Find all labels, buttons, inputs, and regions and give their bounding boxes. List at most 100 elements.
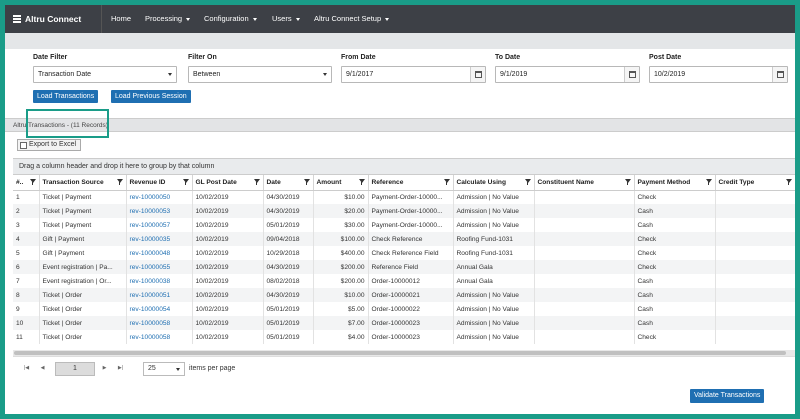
table-cell: Order-10000012	[368, 274, 454, 288]
table-cell	[534, 232, 635, 246]
revenue-id-link[interactable]: rev-10000058	[126, 316, 193, 330]
table-cell: $5.00	[313, 302, 369, 316]
filter-icon[interactable]	[116, 179, 123, 185]
table-cell	[715, 232, 795, 246]
column-header[interactable]: Transaction Source	[39, 175, 127, 191]
revenue-id-link[interactable]: rev-10000050	[126, 190, 193, 204]
column-header[interactable]: #..	[13, 175, 40, 191]
revenue-id-link[interactable]: rev-10000057	[126, 218, 193, 232]
column-header[interactable]: Reference	[368, 175, 454, 191]
filter-on-value: Between	[193, 71, 221, 78]
app-window: Altru Connect Home Processing Configurat…	[5, 5, 795, 414]
pager: |◀ ◀ 1 ▶ ▶| 25 items per page	[13, 356, 795, 380]
filter-icon[interactable]	[182, 179, 189, 185]
column-header-label: Date	[266, 178, 281, 186]
column-header[interactable]: Calculate Using	[453, 175, 535, 191]
revenue-id-link[interactable]: rev-10000053	[126, 204, 193, 218]
table-row[interactable]: 6 Event registration | Pa... rev-10000055 1…	[13, 260, 795, 274]
column-header[interactable]: Date	[263, 175, 314, 191]
group-drop-area[interactable]: Drag a column header and drop it here to…	[13, 159, 795, 175]
from-date-input[interactable]: 9/1/2017	[341, 66, 486, 83]
nav-altru-connect-setup[interactable]: Altru Connect Setup	[314, 5, 390, 33]
last-page-icon[interactable]: ▶|	[115, 363, 126, 374]
filter-icon[interactable]	[524, 179, 531, 185]
excel-icon	[20, 141, 27, 149]
filter-icon[interactable]	[705, 179, 712, 185]
table-row[interactable]: 5 Gift | Payment rev-10000048 10/02/2019 10/…	[13, 246, 795, 260]
table-cell: 11	[13, 330, 40, 344]
table-row[interactable]: 3 Ticket | Payment rev-10000057 10/02/2019 0…	[13, 218, 795, 232]
table-cell: 7	[13, 274, 40, 288]
column-header[interactable]: Constituent Name	[534, 175, 635, 191]
filter-icon[interactable]	[358, 179, 365, 185]
page-size-select[interactable]: 25	[143, 362, 185, 376]
revenue-id-link[interactable]: rev-10000051	[126, 288, 193, 302]
calendar-icon[interactable]	[772, 67, 787, 82]
table-row[interactable]: 10 Ticket | Order rev-10000058 10/02/2019 05…	[13, 316, 795, 330]
revenue-id-link[interactable]: rev-10000048	[126, 246, 193, 260]
load-transactions-button[interactable]: Load Transactions	[33, 90, 99, 103]
table-cell: Check	[634, 190, 716, 204]
column-header[interactable]: Credit Type	[715, 175, 795, 191]
nav-home[interactable]: Home	[111, 5, 131, 33]
revenue-id-link[interactable]: rev-10000038	[126, 274, 193, 288]
table-row[interactable]: 8 Ticket | Order rev-10000051 10/02/2019 04/…	[13, 288, 795, 302]
current-page[interactable]: 1	[55, 362, 95, 376]
table-cell: 08/02/2018	[263, 274, 314, 288]
column-header[interactable]: Amount	[313, 175, 369, 191]
post-date-input[interactable]: 10/2/2019	[649, 66, 788, 83]
filter-on-select[interactable]: Between	[188, 66, 332, 83]
nav-configuration[interactable]: Configuration	[204, 5, 257, 33]
revenue-id-link[interactable]: rev-10000055	[126, 260, 193, 274]
revenue-id-link[interactable]: rev-10000054	[126, 302, 193, 316]
table-row[interactable]: 1 Ticket | Payment rev-10000050 10/02/2019 0…	[13, 190, 795, 204]
filter-icon[interactable]	[785, 179, 792, 185]
next-page-icon[interactable]: ▶	[99, 363, 110, 374]
revenue-id-link[interactable]: rev-10000035	[126, 232, 193, 246]
table-cell: Admission | No Value	[453, 288, 535, 302]
load-previous-session-button[interactable]: Load Previous Session	[111, 90, 191, 103]
first-page-icon[interactable]: |◀	[21, 363, 32, 374]
table-cell	[715, 288, 795, 302]
filter-icon[interactable]	[443, 179, 450, 185]
chevron-down-icon	[385, 17, 390, 21]
table-cell: 09/04/2018	[263, 232, 314, 246]
to-date-label: To Date	[495, 54, 521, 61]
menu-icon[interactable]	[13, 14, 21, 25]
nav-users[interactable]: Users	[272, 5, 300, 33]
app-brand[interactable]: Altru Connect	[13, 5, 81, 33]
prev-page-icon[interactable]: ◀	[37, 363, 48, 374]
table-row[interactable]: 9 Ticket | Order rev-10000054 10/02/2019 05/…	[13, 302, 795, 316]
filter-icon[interactable]	[303, 179, 310, 185]
nav-processing[interactable]: Processing	[145, 5, 191, 33]
to-date-input[interactable]: 9/1/2019	[495, 66, 640, 83]
table-cell: $100.00	[313, 232, 369, 246]
chevron-down-icon	[252, 17, 257, 21]
table-cell: 10/02/2019	[192, 218, 264, 232]
records-header: Altru Transactions - (11 Records)	[5, 118, 795, 132]
table-cell	[715, 260, 795, 274]
table-row[interactable]: 7 Event registration | Or... rev-10000038 1…	[13, 274, 795, 288]
table-cell: 10/02/2019	[192, 288, 264, 302]
table-row[interactable]: 2 Ticket | Payment rev-10000053 10/02/2019 0…	[13, 204, 795, 218]
revenue-id-link[interactable]: rev-10000058	[126, 330, 193, 344]
column-header[interactable]: GL Post Date	[192, 175, 264, 191]
table-cell	[534, 246, 635, 260]
column-header[interactable]: Revenue ID	[126, 175, 193, 191]
validate-transactions-button[interactable]: Validate Transactions	[690, 389, 765, 403]
filter-icon[interactable]	[29, 179, 36, 185]
date-filter-select[interactable]: Transaction Date	[33, 66, 177, 83]
calendar-icon[interactable]	[470, 67, 485, 82]
filter-icon[interactable]	[253, 179, 260, 185]
table-cell: $10.00	[313, 190, 369, 204]
filter-icon[interactable]	[624, 179, 631, 185]
post-date-value: 10/2/2019	[654, 71, 686, 78]
table-row[interactable]: 4 Gift | Payment rev-10000035 10/02/2019 09/…	[13, 232, 795, 246]
table-cell: Check	[634, 260, 716, 274]
table-row[interactable]: 11 Ticket | Order rev-10000058 10/02/2019 05…	[13, 330, 795, 344]
export-to-excel-button[interactable]: Export to Excel	[17, 139, 82, 151]
calendar-icon[interactable]	[624, 67, 639, 82]
table-cell: Admission | No Value	[453, 218, 535, 232]
scrollbar-thumb[interactable]	[14, 351, 786, 355]
column-header[interactable]: Payment Method	[634, 175, 716, 191]
